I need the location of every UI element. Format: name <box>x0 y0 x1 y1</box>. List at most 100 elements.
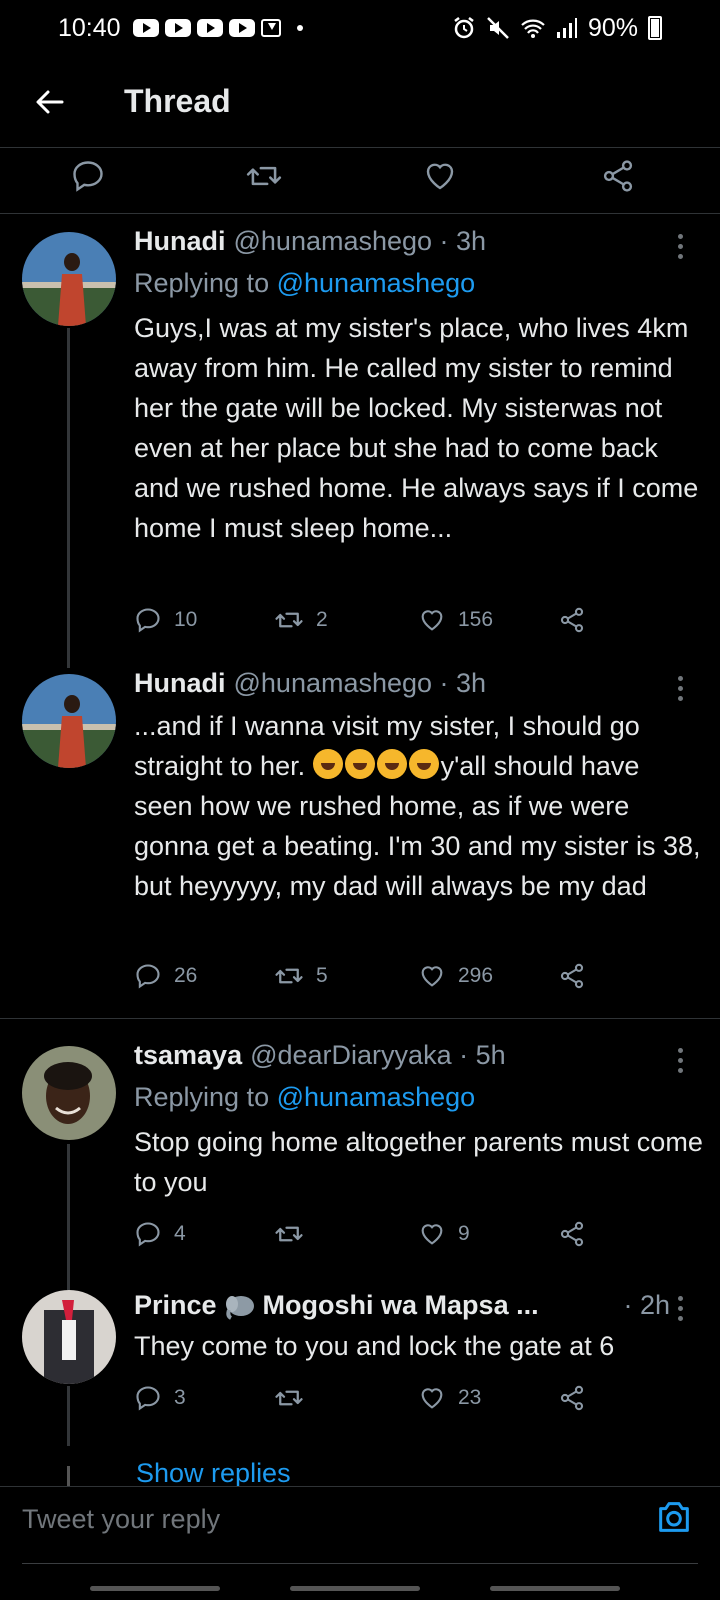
system-nav-bar <box>0 1586 720 1592</box>
avatar-photo <box>22 1046 116 1140</box>
share-button[interactable] <box>596 154 640 198</box>
replying-to: Replying to @hunamashego <box>134 1082 475 1113</box>
author-handle: @dearDiaryyaka · 5h <box>250 1040 506 1070</box>
camera-button[interactable] <box>654 1497 698 1541</box>
rofl-emoji-icon <box>376 749 407 779</box>
retweet-button[interactable] <box>242 154 286 198</box>
author-handle: @hunamashego · 3h <box>233 226 487 256</box>
reply-button[interactable] <box>66 154 110 198</box>
share-button[interactable] <box>558 1378 586 1418</box>
reply-button[interactable]: 3 <box>134 1378 186 1418</box>
top-app-bar: Thread <box>0 56 720 148</box>
tweet-header: Prince Mogoshi wa Mapsa ... · 2h <box>134 1290 690 1321</box>
divider <box>0 1018 720 1019</box>
share-icon <box>560 1385 584 1411</box>
retweet-count: 5 <box>316 964 328 987</box>
like-button[interactable] <box>418 154 462 198</box>
youtube-notification-icon <box>132 19 159 37</box>
like-button[interactable]: 23 <box>418 1378 481 1418</box>
heart-icon <box>421 1224 443 1245</box>
status-time: 10:40 <box>58 13 121 42</box>
wifi-icon <box>521 19 545 38</box>
battery-icon <box>648 16 662 40</box>
avatar-photo <box>22 232 116 326</box>
avatar[interactable] <box>22 674 116 768</box>
mute-icon <box>487 17 509 39</box>
retweet-button[interactable]: 5 <box>274 956 328 996</box>
tweet-header: Hunadi @hunamashego · 3h <box>134 226 690 257</box>
back-button[interactable] <box>20 72 80 132</box>
reply-count: 3 <box>174 1386 186 1409</box>
share-button[interactable] <box>558 600 586 640</box>
like-count: 9 <box>458 1222 470 1245</box>
rofl-emoji-icon <box>408 749 439 779</box>
reply-icon <box>136 964 160 989</box>
like-button[interactable]: 296 <box>418 956 493 996</box>
retweet-button[interactable]: 2 <box>274 600 328 640</box>
retweet-icon <box>246 166 282 186</box>
avatar-photo <box>22 1290 116 1384</box>
retweet-icon <box>275 1390 303 1406</box>
like-count: 156 <box>458 608 494 631</box>
author-name-rest[interactable]: Mogoshi wa Mapsa ... <box>263 1290 539 1321</box>
like-button[interactable]: 9 <box>418 1214 470 1254</box>
avatar[interactable] <box>22 1290 116 1384</box>
avatar-photo <box>22 674 116 768</box>
author-name[interactable]: Hunadi <box>134 226 226 257</box>
replying-to-label: Replying to <box>134 268 270 298</box>
tweet-menu-button[interactable] <box>678 234 684 259</box>
retweet-icon <box>275 968 303 984</box>
thread-line <box>67 328 70 668</box>
tweet-text: They come to you and lock the gate at 6 <box>134 1331 615 1361</box>
page-title: Thread <box>124 83 231 119</box>
share-button[interactable] <box>558 1214 586 1254</box>
author-name[interactable]: Hunadi <box>134 668 226 699</box>
reply-input[interactable] <box>22 1495 612 1543</box>
avatar[interactable] <box>22 232 116 326</box>
share-icon <box>560 1221 584 1247</box>
replying-to-link[interactable]: @hunamashego <box>277 268 476 298</box>
like-button[interactable]: 156 <box>418 600 493 640</box>
tweet-menu-button[interactable] <box>678 1048 684 1073</box>
reply-button[interactable]: 26 <box>134 956 197 996</box>
tweet-menu-button[interactable] <box>678 1296 684 1321</box>
retweet-icon <box>275 612 303 628</box>
retweet-count: 2 <box>316 608 328 631</box>
retweet-button[interactable] <box>274 1378 316 1418</box>
author-name[interactable]: Prince <box>134 1290 217 1321</box>
heart-icon <box>421 966 443 987</box>
share-button[interactable] <box>558 956 586 996</box>
youtube-notification-icon <box>228 19 255 37</box>
retweet-button[interactable] <box>274 1214 316 1254</box>
tweet-time: · 2h <box>623 1290 670 1320</box>
tweet-action-bar: 4 9 <box>134 1214 634 1254</box>
author-name[interactable]: tsamaya <box>134 1040 242 1071</box>
replying-to-link[interactable]: @hunamashego <box>277 1082 476 1112</box>
reply-icon <box>73 161 103 192</box>
heart-icon <box>421 1388 443 1409</box>
author-handle: @hunamashego · 3h <box>233 668 487 698</box>
like-count: 23 <box>458 1386 482 1409</box>
composer-underline <box>22 1563 698 1564</box>
more-notifications-icon <box>296 25 303 31</box>
main-tweet-action-bar <box>0 148 720 214</box>
tweet-action-bar: 10 2 156 <box>134 600 634 640</box>
show-replies-link[interactable]: Show replies <box>136 1458 291 1486</box>
share-icon <box>560 963 584 989</box>
reply-icon <box>136 608 160 633</box>
elephant-emoji-icon <box>225 1295 254 1320</box>
reply-icon <box>136 1386 160 1411</box>
like-count: 296 <box>458 964 494 987</box>
reply-count: 4 <box>174 1222 186 1245</box>
download-icon <box>260 19 281 37</box>
youtube-notification-icon <box>196 19 223 37</box>
reply-button[interactable]: 10 <box>134 600 197 640</box>
tweet-menu-button[interactable] <box>678 676 684 701</box>
avatar[interactable] <box>22 1046 116 1140</box>
battery-percent: 90% <box>587 13 638 42</box>
reply-count: 26 <box>174 964 198 987</box>
retweet-icon <box>275 1226 303 1242</box>
replying-to-label: Replying to <box>134 1082 270 1112</box>
tweet-text: Stop going home altogether parents must … <box>134 1127 703 1197</box>
reply-button[interactable]: 4 <box>134 1214 186 1254</box>
